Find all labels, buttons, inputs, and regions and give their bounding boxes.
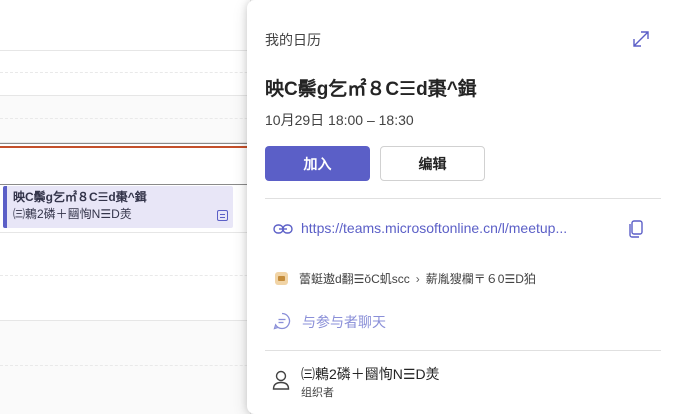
divider: [265, 198, 661, 199]
person-icon: [272, 370, 290, 390]
organizer-name[interactable]: ㈢鶇2磷＋圝恂N☰D羙: [301, 364, 440, 384]
channel-team: 蕾蜓遨d翻☰ŏC虮scc: [299, 272, 410, 286]
channel-name: 薪胤獀欄〒６0☰D狛: [425, 272, 536, 286]
selected-slot[interactable]: [0, 143, 260, 185]
calendar-event[interactable]: 映C鬃g乞㎡８C☰d棗^鍓 ㈢鶇2磷＋圝恂N☰D羙: [3, 186, 233, 228]
chat-icon: [273, 312, 291, 330]
divider: [265, 350, 661, 351]
event-details-popup: 我的日历 映C鬃g乞㎡８C☰d棗^鍓 10月29日 18:00 – 18:30 …: [247, 0, 677, 414]
copy-icon[interactable]: [627, 219, 645, 239]
event-title: 映C鬃g乞㎡８C☰d棗^鍓: [265, 79, 477, 100]
time-slot: [0, 320, 250, 414]
time-slot: [0, 95, 250, 143]
chat-with-participants-button[interactable]: 与参与者聊天: [302, 312, 386, 332]
event-time: 10月29日 18:00 – 18:30: [265, 112, 414, 128]
channel-icon: [275, 272, 288, 285]
event-title: 映C鬃g乞㎡８C☰d棗^鍓: [13, 190, 147, 204]
current-time-indicator: [0, 146, 260, 148]
notes-icon: [217, 210, 228, 221]
chevron-right-icon: ›: [415, 272, 420, 286]
calendar-name: 我的日历: [265, 32, 321, 48]
expand-icon[interactable]: [630, 28, 652, 50]
join-button[interactable]: 加入: [265, 146, 370, 181]
edit-button[interactable]: 编辑: [380, 146, 485, 181]
channel-path[interactable]: 蕾蜓遨d翻☰ŏC虮scc › 薪胤獀欄〒６0☰D狛: [299, 270, 536, 287]
event-organizer: ㈢鶇2磷＋圝恂N☰D羙: [13, 207, 132, 221]
meeting-link[interactable]: https://teams.microsoftonline.cn/l/meetu…: [301, 220, 613, 236]
organizer-role: 组织者: [301, 387, 334, 399]
link-icon: [273, 224, 293, 234]
